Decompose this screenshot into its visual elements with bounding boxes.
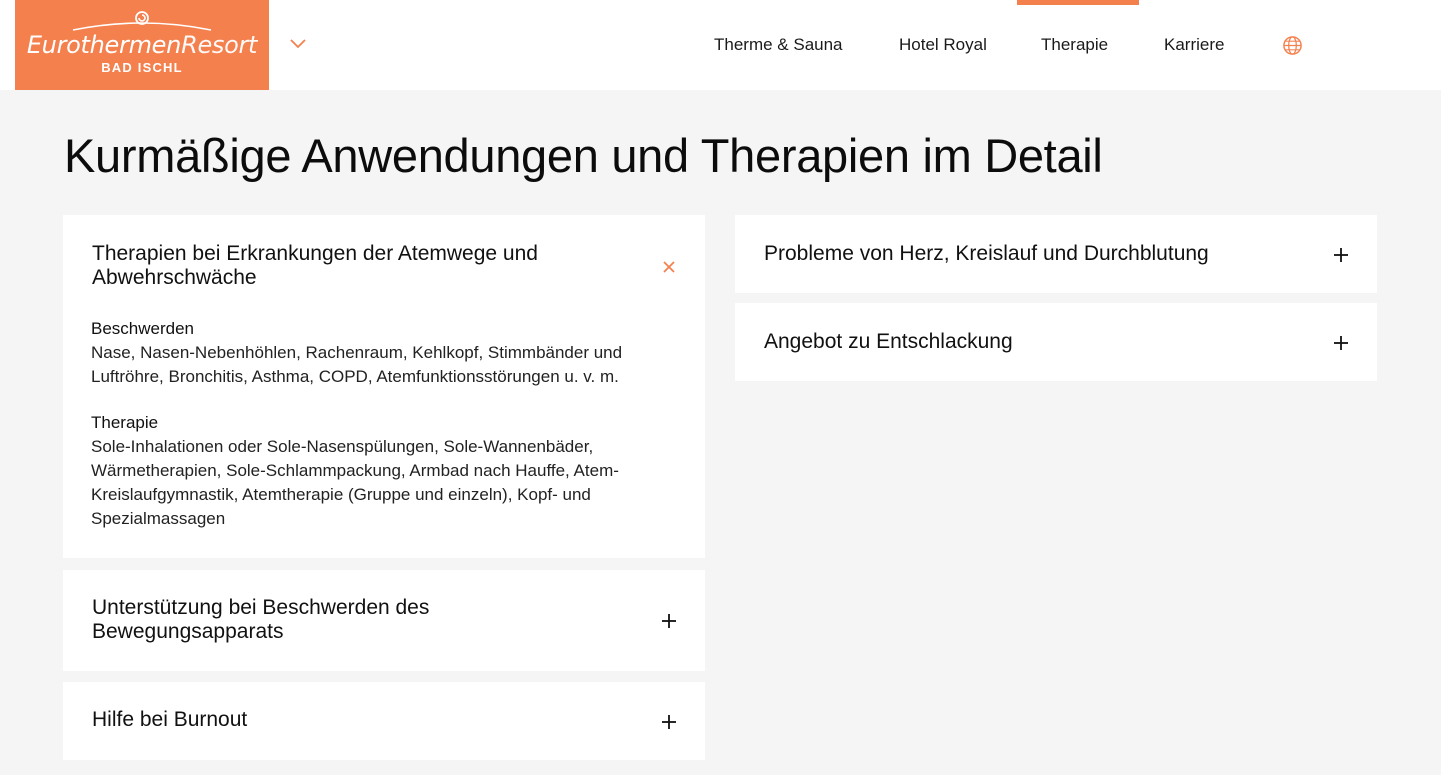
plus-icon[interactable] (659, 712, 679, 732)
accordion-title[interactable]: Probleme von Herz, Kreislauf und Durchbl… (764, 242, 1324, 266)
logo-swirl-icon (72, 11, 212, 31)
section-label-therapie: Therapie (91, 413, 159, 432)
section-text-beschwerden: Nase, Nasen-Nebenhöhlen, Rachenraum, Keh… (91, 343, 623, 386)
section-label-beschwerden: Beschwerden (91, 319, 195, 338)
brand-name: EurothermenResort (15, 31, 269, 59)
nav-item-therme-sauna[interactable]: Therme & Sauna (714, 35, 843, 55)
brand-logo[interactable]: EurothermenResort BAD ISCHL (15, 0, 269, 90)
brand-name-part1: Eurothermen (26, 31, 182, 59)
page-title: Kurmäßige Anwendungen und Therapien im D… (64, 129, 1103, 182)
section-text-therapie: Sole-Inhalationen oder Sole-Nasenspülung… (91, 437, 619, 528)
accordion-item-entschlackung[interactable]: Angebot zu Entschlackung (735, 303, 1377, 381)
accordion-title[interactable]: Angebot zu Entschlackung (764, 330, 1324, 354)
nav-item-therapie[interactable]: Therapie (1041, 35, 1108, 55)
accordion-item-bewegungsapparat[interactable]: Unterstützung bei Beschwerden des Bewegu… (63, 570, 705, 671)
accordion-item-atemwege: Therapien bei Erkrankungen der Atemwege … (63, 215, 705, 558)
brand-name-part2: Resort (181, 31, 258, 59)
close-icon[interactable] (659, 257, 679, 277)
globe-icon[interactable] (1282, 35, 1303, 56)
accordion-title[interactable]: Therapien bei Erkrankungen der Atemwege … (92, 242, 632, 290)
nav-item-karriere[interactable]: Karriere (1164, 35, 1224, 55)
nav-item-hotel-royal[interactable]: Hotel Royal (899, 35, 987, 55)
accordion-title[interactable]: Unterstützung bei Beschwerden des Bewegu… (92, 596, 572, 644)
accordion-item-burnout[interactable]: Hilfe bei Burnout (63, 682, 705, 760)
brand-subtitle: BAD ISCHL (101, 60, 183, 75)
accordion-item-herz-kreislauf[interactable]: Probleme von Herz, Kreislauf und Durchbl… (735, 215, 1377, 293)
accordion-title[interactable]: Hilfe bei Burnout (92, 708, 572, 732)
chevron-down-icon[interactable] (288, 36, 308, 52)
nav-active-indicator (1017, 0, 1139, 5)
plus-icon[interactable] (1331, 245, 1351, 265)
plus-icon[interactable] (659, 611, 679, 631)
site-header: EurothermenResort BAD ISCHL Therme & Sau… (0, 0, 1441, 90)
plus-icon[interactable] (1331, 333, 1351, 353)
